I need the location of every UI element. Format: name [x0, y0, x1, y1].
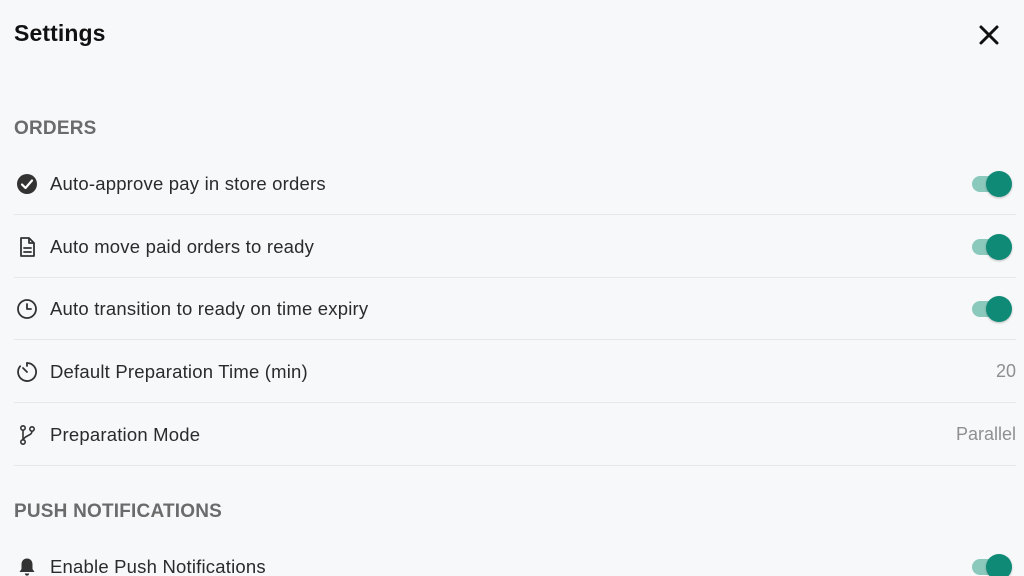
close-button[interactable] [974, 22, 1004, 52]
section-title-orders: ORDERS [14, 118, 97, 139]
preparation-mode-value: Parallel [955, 424, 1016, 444]
setting-label: Enable Push Notifications [50, 556, 266, 576]
document-icon [14, 234, 40, 260]
auto-transition-toggle[interactable] [970, 295, 1014, 323]
setting-row-enable-push[interactable]: Enable Push Notifications [14, 536, 1016, 576]
setting-row-default-prep-time[interactable]: Default Preparation Time (min) 20 [14, 341, 1016, 403]
enable-push-toggle[interactable] [970, 553, 1014, 576]
clock-icon [14, 296, 40, 322]
branch-icon [14, 422, 40, 448]
setting-row-preparation-mode[interactable]: Preparation Mode Parallel [14, 404, 1016, 466]
setting-row-auto-approve[interactable]: Auto-approve pay in store orders [14, 153, 1016, 215]
setting-label: Preparation Mode [50, 423, 201, 445]
page-title: Settings [14, 20, 106, 46]
close-icon [978, 24, 1000, 51]
setting-label: Auto transition to ready on time expiry [50, 297, 369, 319]
setting-label: Auto move paid orders to ready [50, 235, 315, 257]
bell-icon [14, 554, 40, 576]
section-title-push-notifications: PUSH NOTIFICATIONS [14, 501, 223, 522]
setting-row-auto-move-paid[interactable]: Auto move paid orders to ready [14, 216, 1016, 278]
auto-move-paid-toggle[interactable] [970, 233, 1014, 261]
auto-approve-toggle[interactable] [970, 170, 1014, 198]
header: Settings [0, 0, 1024, 72]
check-circle-icon [14, 171, 40, 197]
setting-label: Default Preparation Time (min) [50, 360, 308, 382]
default-prep-time-value: 20 [995, 361, 1016, 381]
setting-label: Auto-approve pay in store orders [50, 172, 326, 194]
settings-screen: Settings ORDERS Auto-approve pay in stor… [0, 0, 1024, 576]
timer-icon [14, 359, 40, 385]
setting-row-auto-transition[interactable]: Auto transition to ready on time expiry [14, 278, 1016, 340]
